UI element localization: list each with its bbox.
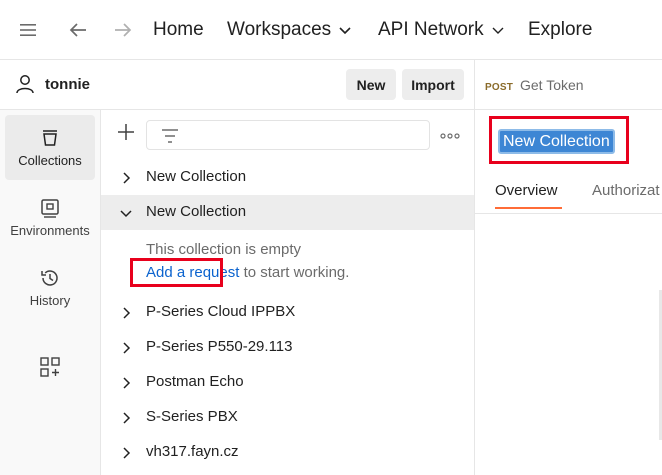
search-collections-input[interactable]: [146, 120, 430, 150]
nav-api-network-label: API Network: [378, 19, 484, 40]
collection-label: New Collection: [146, 168, 247, 185]
sidebar-item-label: History: [29, 293, 71, 308]
sidebar-item-label: Environments: [10, 223, 90, 238]
more-options-icon[interactable]: [440, 128, 460, 139]
collection-item[interactable]: P-Series P550-29.113: [101, 330, 474, 365]
top-navigation-bar: Home Workspaces API Network Explore: [0, 0, 662, 60]
nav-workspaces-label: Workspaces: [227, 19, 332, 40]
chevron-down-icon: [339, 19, 351, 41]
add-request-line: Add a request to start working.: [146, 264, 349, 281]
sidebar-item-environments[interactable]: Environments: [5, 185, 95, 250]
collection-item[interactable]: P-Series Cloud IPPBX: [101, 295, 474, 330]
add-request-suffix: to start working.: [239, 264, 350, 281]
request-method-badge: POST: [485, 82, 514, 93]
chevron-right-icon[interactable]: [120, 376, 132, 389]
collection-label: vh317.fayn.cz: [146, 443, 239, 460]
back-arrow-icon[interactable]: [67, 20, 89, 40]
collection-item[interactable]: S-Series PBX: [101, 400, 474, 435]
sidebar-item-label: Collections: [18, 153, 82, 168]
history-icon: [39, 267, 61, 289]
collection-item[interactable]: Postman Echo: [101, 365, 474, 400]
chevron-right-icon[interactable]: [120, 171, 132, 184]
nav-home-label: Home: [153, 19, 204, 40]
chevron-right-icon[interactable]: [120, 306, 132, 319]
nav-workspaces[interactable]: Workspaces: [227, 17, 351, 43]
collection-tabs: Overview Authorizat: [475, 170, 662, 214]
request-tab-name: Get Token: [520, 77, 584, 93]
chevron-down-icon[interactable]: [120, 206, 132, 218]
chevron-right-icon[interactable]: [120, 446, 132, 459]
sidebar-item-history[interactable]: History: [5, 255, 95, 320]
chevron-right-icon[interactable]: [120, 341, 132, 354]
collection-item[interactable]: vh317.fayn.cz: [101, 435, 474, 470]
collection-item[interactable]: New Collection: [101, 160, 474, 195]
sidebar-rail: Collections Environments History: [0, 110, 101, 475]
nav-explore-label: Explore: [528, 19, 593, 40]
tab-authorization[interactable]: Authorizat: [592, 182, 660, 199]
collection-title-input[interactable]: New Collection: [498, 129, 615, 154]
empty-collection-text: This collection is empty: [146, 241, 302, 258]
collection-item[interactable]: New Collection: [101, 195, 474, 230]
collection-label: P-Series Cloud IPPBX: [146, 303, 296, 320]
nav-api-network[interactable]: API Network: [378, 17, 504, 43]
collection-editor-pane: POST Get Token New Collection Overview A…: [475, 60, 662, 475]
environments-icon: [39, 197, 61, 219]
workspace-header: tonnie New Import: [0, 60, 475, 110]
nav-explore[interactable]: Explore: [528, 17, 592, 43]
tab-overview[interactable]: Overview: [495, 182, 558, 199]
apps-grid-icon[interactable]: [38, 355, 62, 379]
chevron-right-icon[interactable]: [120, 411, 132, 424]
add-request-link[interactable]: Add a request: [146, 264, 239, 281]
sidebar-item-collections[interactable]: Collections: [5, 115, 95, 180]
collection-label: S-Series PBX: [146, 408, 238, 425]
user-icon: [14, 73, 36, 95]
new-button[interactable]: New: [346, 69, 396, 100]
import-button[interactable]: Import: [402, 69, 464, 100]
collection-label: P-Series P550-29.113: [146, 338, 293, 355]
filter-icon: [161, 128, 179, 144]
nav-home[interactable]: Home: [153, 17, 204, 43]
collections-panel: New Collection New Collection This colle…: [101, 110, 475, 475]
collections-icon: [39, 127, 61, 149]
collection-label: New Collection: [146, 203, 247, 220]
forward-arrow-icon[interactable]: [112, 20, 134, 40]
chevron-down-icon: [492, 19, 504, 41]
collection-label: Postman Echo: [146, 373, 244, 390]
add-collection-icon[interactable]: [117, 123, 135, 141]
hamburger-menu-icon[interactable]: [19, 21, 39, 39]
request-tab[interactable]: POST Get Token: [475, 60, 662, 110]
active-tab-indicator: [495, 207, 562, 209]
username: tonnie: [45, 76, 90, 93]
